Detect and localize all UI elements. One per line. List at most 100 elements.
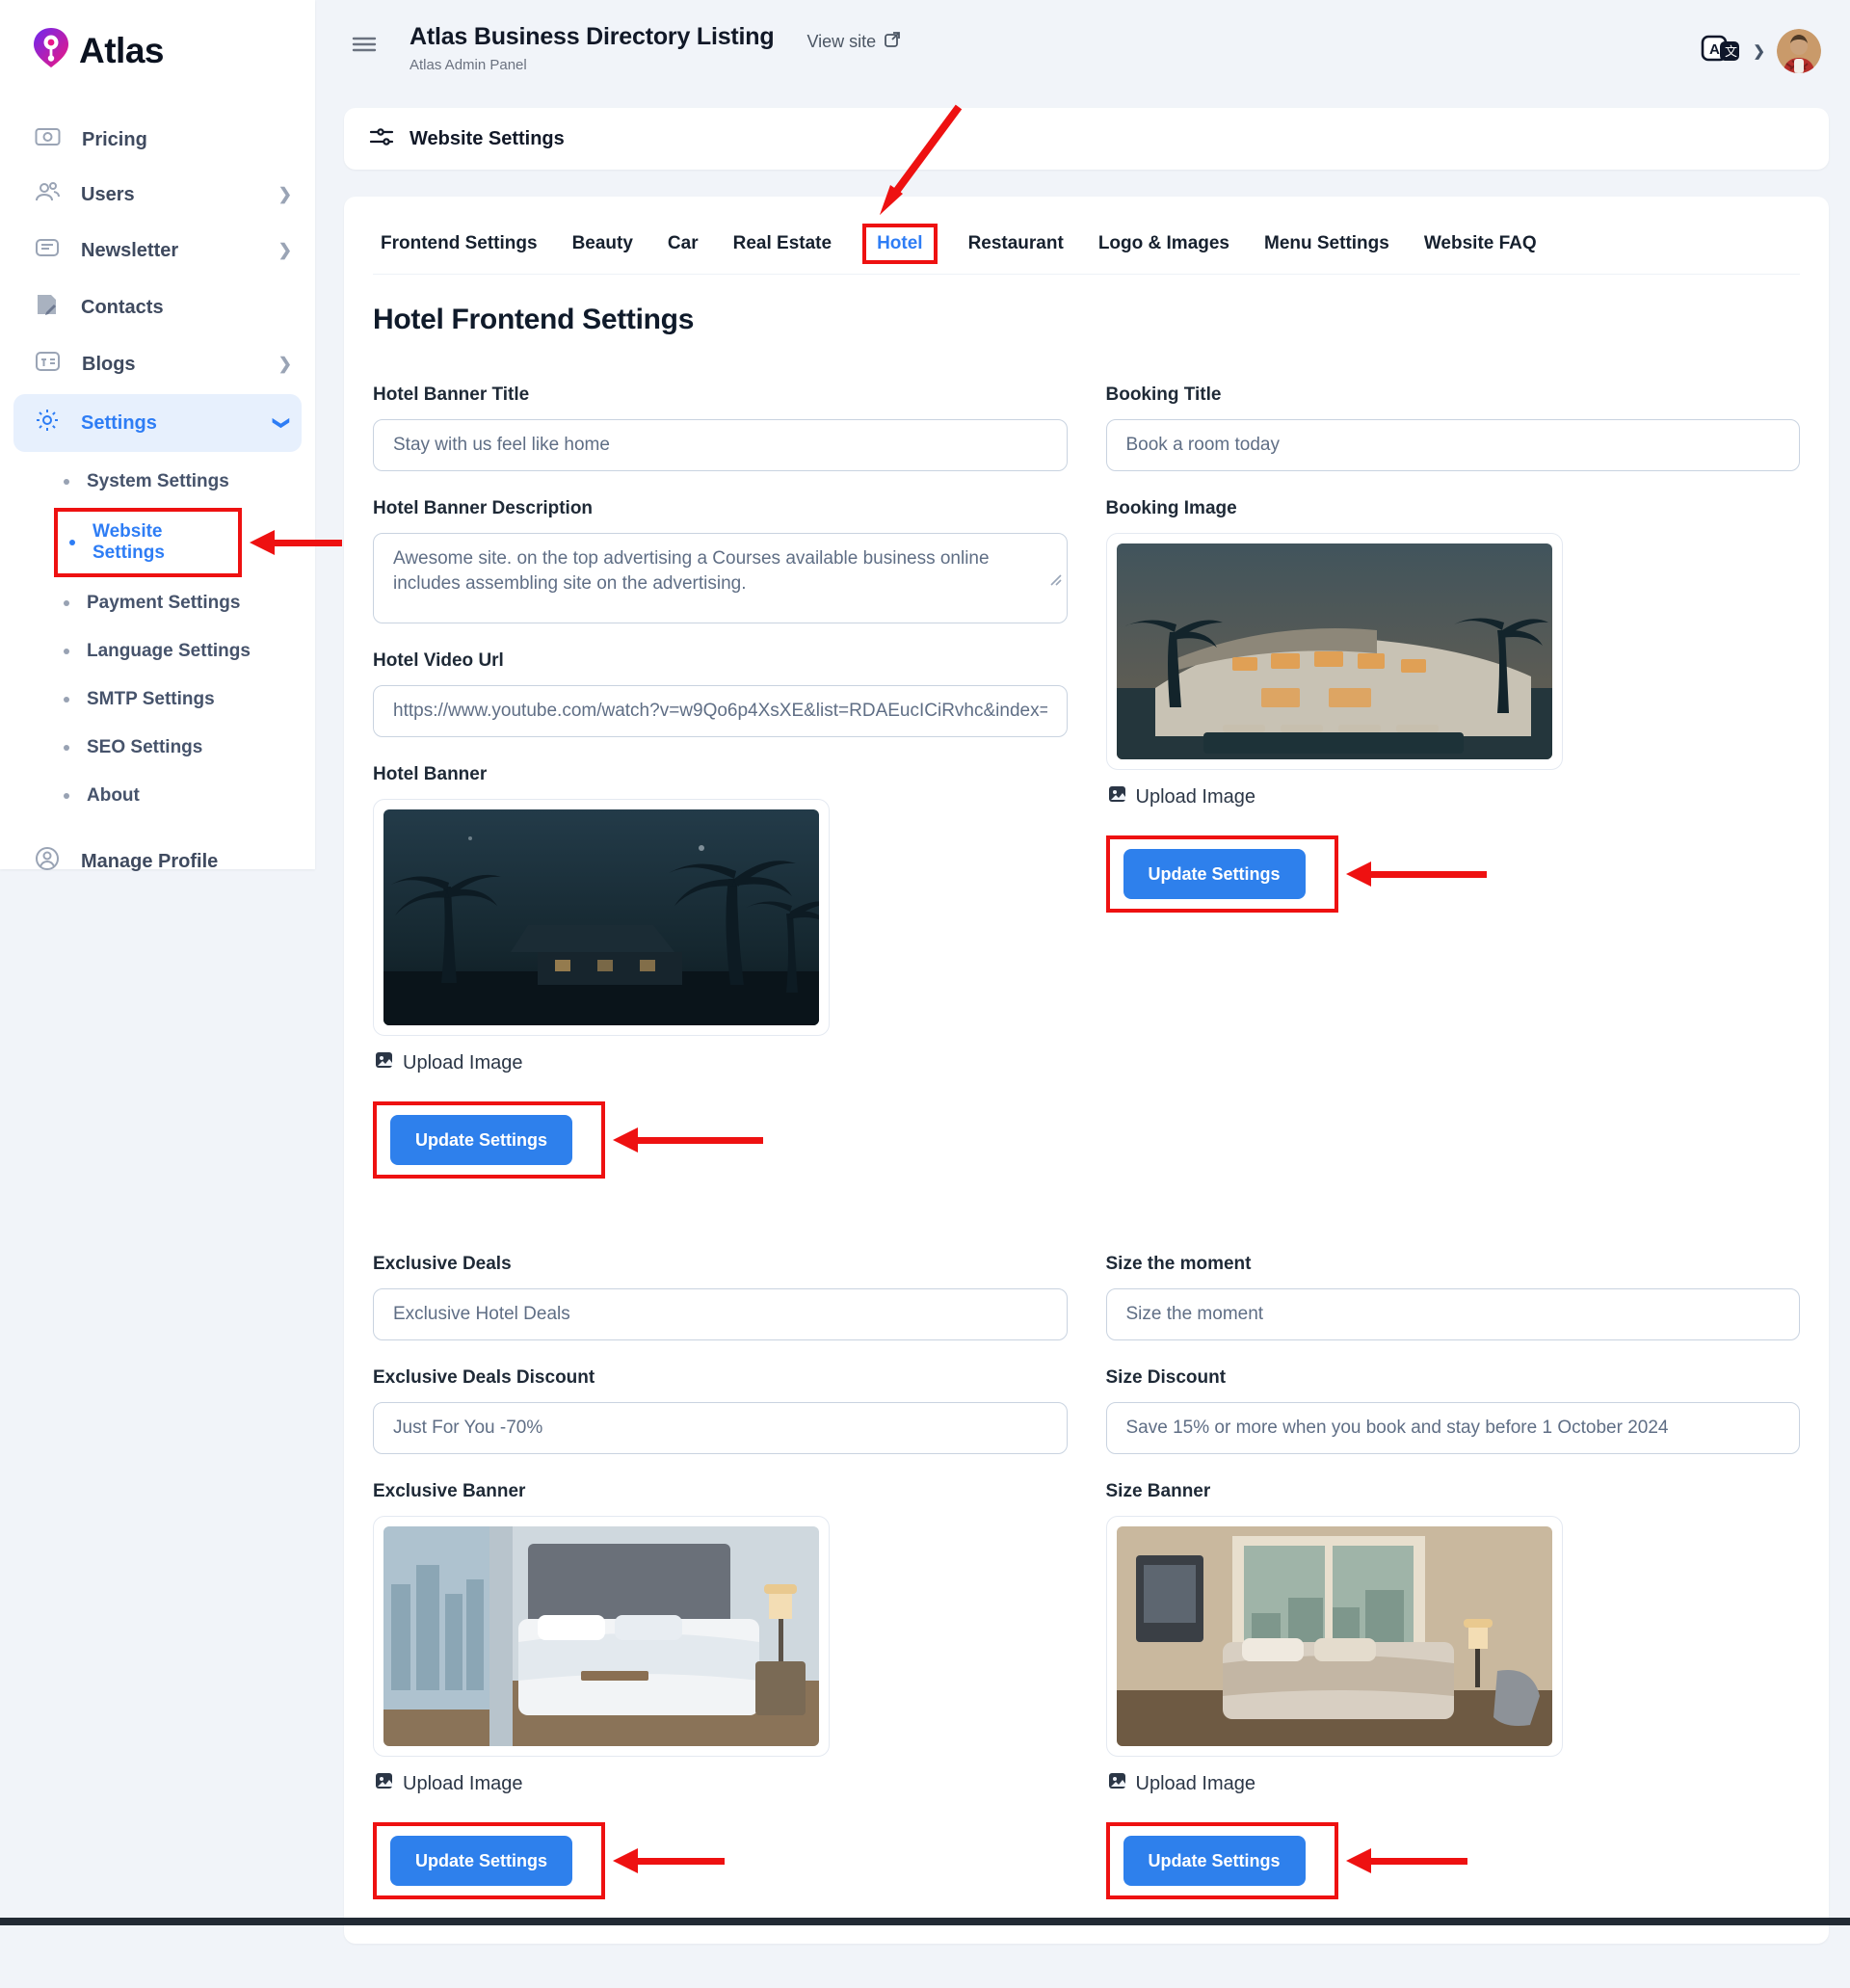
svg-text:文: 文 — [1725, 45, 1737, 60]
sidebar-item-users[interactable]: Users ❯ — [0, 167, 315, 223]
avatar[interactable] — [1777, 29, 1821, 73]
subnav-item-label: System Settings — [87, 471, 229, 492]
sidebar-item-manage-profile[interactable]: Manage Profile — [0, 832, 315, 891]
tab-hotel[interactable]: Hotel — [877, 233, 923, 253]
hotel-banner-description-textarea[interactable]: Awesome site. on the top advertising a C… — [373, 533, 1068, 623]
sidebar-item-label: Settings — [81, 412, 157, 435]
upload-image-button[interactable]: Upload Image — [375, 1772, 1068, 1795]
exclusive-deals-discount-input[interactable] — [373, 1402, 1068, 1454]
header-title-block: Atlas Business Directory Listing Atlas A… — [410, 23, 774, 73]
sidebar-item-blogs[interactable]: Blogs ❯ — [0, 336, 315, 392]
tab-bar: Frontend Settings Beauty Car Real Estate… — [373, 231, 1800, 275]
upload-image-label: Upload Image — [403, 1052, 523, 1074]
subnav-item-language-settings[interactable]: Language Settings — [0, 627, 315, 676]
brand-name: Atlas — [79, 31, 164, 71]
tab-logo-images[interactable]: Logo & Images — [1098, 233, 1229, 254]
tab-menu-settings[interactable]: Menu Settings — [1264, 233, 1389, 254]
sidebar-item-label: Contacts — [81, 297, 164, 319]
hotel-video-url-input[interactable] — [373, 685, 1068, 737]
right-column: Booking Title Booking Image — [1106, 384, 1801, 1179]
page-title: Atlas Business Directory Listing — [410, 23, 774, 51]
upload-image-button[interactable]: Upload Image — [1108, 785, 1801, 808]
view-site-link[interactable]: View site — [806, 31, 901, 53]
chevron-down-icon[interactable]: ❯︎ — [1753, 42, 1765, 60]
hotel-banner-description-label: Hotel Banner Description — [373, 498, 1068, 519]
bullet-icon — [64, 600, 69, 606]
sidebar-item-settings[interactable]: Settings ❯ — [13, 394, 302, 452]
exclusive-deals-input[interactable] — [373, 1288, 1068, 1340]
image-upload-icon — [375, 1772, 393, 1795]
chevron-right-icon: ❯ — [278, 241, 292, 260]
bottom-edge-strip — [0, 1918, 1850, 1925]
subnav-item-label: Website Settings — [92, 521, 228, 564]
exclusive-banner-image — [373, 1516, 830, 1757]
subnav-item-payment-settings[interactable]: Payment Settings — [0, 579, 315, 627]
sidebar-item-label: Users — [81, 184, 135, 206]
tab-website-faq[interactable]: Website FAQ — [1424, 233, 1537, 254]
left-column: Hotel Banner Title Hotel Banner Descript… — [373, 384, 1068, 1179]
textarea-wrap: Awesome site. on the top advertising a C… — [373, 533, 1068, 623]
sidebar-item-pricing[interactable]: Pricing — [0, 113, 315, 167]
view-site-label: View site — [806, 32, 876, 52]
tab-car[interactable]: Car — [668, 233, 699, 254]
form-section-1: Hotel Banner Title Hotel Banner Descript… — [373, 384, 1800, 1179]
booking-title-input[interactable] — [1106, 419, 1801, 471]
upload-image-button[interactable]: Upload Image — [375, 1051, 1068, 1074]
upload-image-button[interactable]: Upload Image — [1108, 1772, 1801, 1795]
sidebar-item-label: Newsletter — [81, 240, 178, 262]
mail-icon — [35, 237, 60, 264]
update-settings-button[interactable]: Update Settings — [1123, 849, 1306, 899]
update-settings-button[interactable]: Update Settings — [1123, 1836, 1306, 1886]
tab-frontend-settings[interactable]: Frontend Settings — [381, 233, 538, 254]
settings-subnav: System Settings Website Settings Payment… — [0, 454, 315, 822]
size-discount-label: Size Discount — [1106, 1367, 1801, 1389]
bullet-icon — [64, 745, 69, 751]
sidebar-item-label: Pricing — [82, 129, 147, 151]
update-settings-button[interactable]: Update Settings — [390, 1836, 572, 1886]
settings-content-card: Frontend Settings Beauty Car Real Estate… — [344, 197, 1829, 1944]
translate-icon[interactable]: A 文 — [1701, 34, 1741, 69]
svg-text:A: A — [1709, 41, 1720, 58]
update-settings-button[interactable]: Update Settings — [390, 1115, 572, 1165]
subnav-item-seo-settings[interactable]: SEO Settings — [0, 724, 315, 772]
sidebar-item-newsletter[interactable]: Newsletter ❯ — [0, 223, 315, 278]
hotel-frontend-settings-heading: Hotel Frontend Settings — [373, 304, 1800, 336]
upload-image-label: Upload Image — [1136, 786, 1256, 808]
subnav-item-label: Payment Settings — [87, 593, 240, 614]
subnav-item-smtp-settings[interactable]: SMTP Settings — [0, 676, 315, 724]
sidebar-item-label: Blogs — [82, 354, 136, 376]
size-the-moment-input[interactable] — [1106, 1288, 1801, 1340]
brand-logo[interactable]: Atlas — [0, 25, 315, 76]
subnav-item-website-settings[interactable]: Website Settings — [58, 512, 238, 573]
booking-image-label: Booking Image — [1106, 498, 1801, 519]
tab-restaurant[interactable]: Restaurant — [968, 233, 1064, 254]
subnav-item-label: Language Settings — [87, 641, 251, 662]
exclusive-banner-label: Exclusive Banner — [373, 1481, 1068, 1502]
annotation-box-website-settings: Website Settings — [54, 508, 242, 577]
hotel-banner-title-input[interactable] — [373, 419, 1068, 471]
tab-beauty[interactable]: Beauty — [572, 233, 633, 254]
banknote-icon — [35, 127, 61, 152]
image-upload-icon — [1108, 785, 1126, 808]
blog-icon — [35, 351, 61, 378]
profile-circle-icon — [35, 846, 60, 877]
users-icon — [35, 181, 60, 208]
chevron-right-icon: ❯ — [278, 185, 292, 204]
size-banner-image — [1106, 1516, 1563, 1757]
size-the-moment-label: Size the moment — [1106, 1254, 1801, 1275]
contact-note-icon — [35, 293, 60, 322]
exclusive-deals-discount-label: Exclusive Deals Discount — [373, 1367, 1068, 1389]
bullet-icon — [64, 793, 69, 799]
size-discount-input[interactable] — [1106, 1402, 1801, 1454]
subnav-item-system-settings[interactable]: System Settings — [0, 458, 315, 506]
image-upload-icon — [375, 1051, 393, 1074]
size-banner-label: Size Banner — [1106, 1481, 1801, 1502]
tab-real-estate[interactable]: Real Estate — [733, 233, 832, 254]
hamburger-menu-icon[interactable] — [352, 35, 377, 59]
sidebar: Atlas Pricing Users ❯ Newsletter ❯ — [0, 0, 315, 869]
sidebar-item-contacts[interactable]: Contacts — [0, 278, 315, 336]
chevron-down-icon: ❯ — [272, 416, 291, 430]
upload-image-label: Upload Image — [1136, 1773, 1256, 1795]
subnav-item-about[interactable]: About — [0, 772, 315, 820]
image-upload-icon — [1108, 1772, 1126, 1795]
